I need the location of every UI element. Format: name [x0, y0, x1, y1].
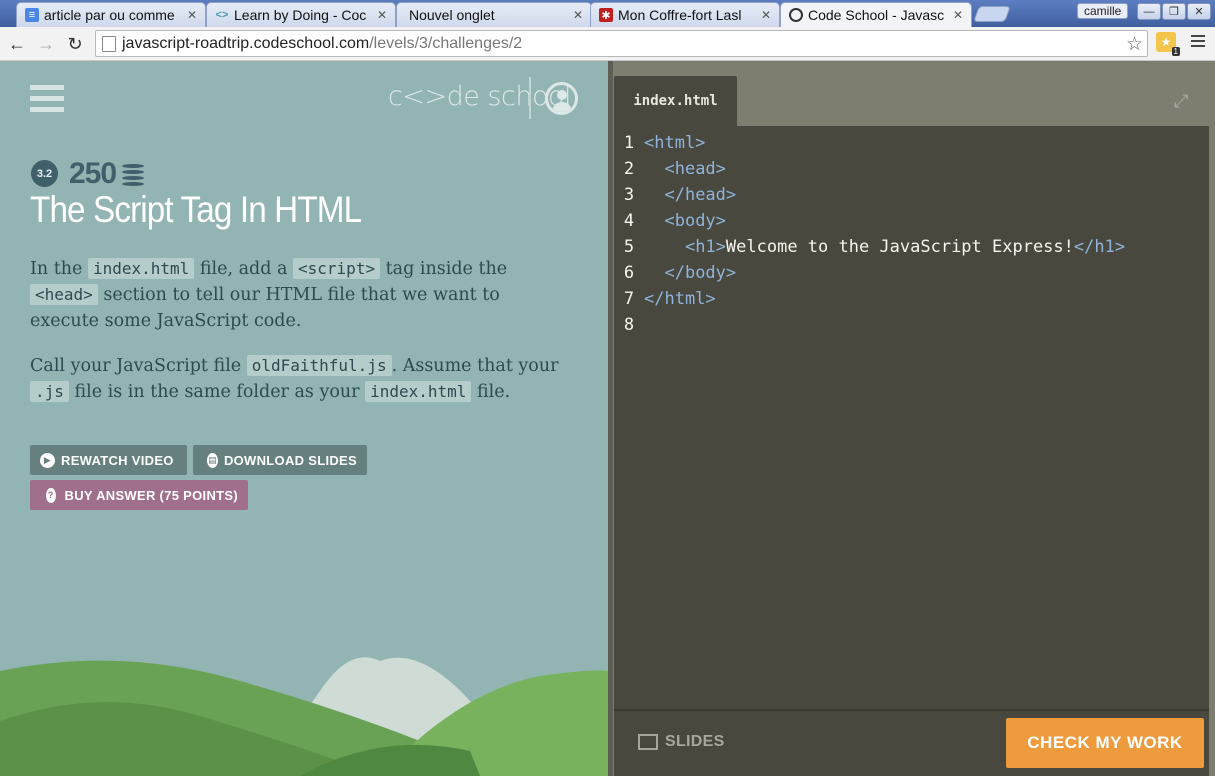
- rewatch-video-button[interactable]: ▶ REWATCH VIDEO: [30, 445, 187, 475]
- slides-icon: ▤: [207, 452, 218, 468]
- challenge-title: The Script Tag In HTML: [30, 189, 362, 230]
- check-my-work-button[interactable]: CHECK MY WORK: [1006, 718, 1204, 768]
- code-snippet: .js: [30, 381, 69, 402]
- editor-footer: SLIDES CHECK MY WORK: [614, 709, 1209, 776]
- browser-tab-bar: ≡ article par ou comme ✕ <> Learn by Doi…: [0, 0, 1215, 27]
- question-icon: ?: [46, 487, 56, 503]
- close-window-button[interactable]: ✕: [1187, 3, 1211, 20]
- reload-icon[interactable]: ↻: [64, 33, 86, 55]
- code-line: 3 </head>: [623, 185, 737, 205]
- code-snippet: <head>: [30, 284, 98, 305]
- hamburger-menu-icon[interactable]: [30, 85, 64, 113]
- buy-answer-button[interactable]: ? BUY ANSWER (75 POINTS): [30, 480, 248, 510]
- extension-badge: 1: [1171, 47, 1180, 56]
- docs-icon: ≡: [25, 8, 39, 22]
- code-editor[interactable]: 1 <html> 2 <head> 3 </head> 4 <body> 5 <h…: [614, 126, 1209, 711]
- back-arrow-icon[interactable]: ←: [6, 33, 28, 55]
- new-tab-button[interactable]: [973, 6, 1011, 22]
- lastpass-icon: ✱: [599, 8, 613, 22]
- code-snippet: oldFaithful.js: [246, 355, 392, 376]
- code-snippet: <script>: [293, 258, 381, 279]
- close-tab-icon[interactable]: ✕: [187, 8, 197, 22]
- browser-tab-lastpass[interactable]: ✱ Mon Coffre-fort Lasl ✕: [590, 2, 780, 27]
- download-slides-label: DOWNLOAD SLIDES: [223, 452, 357, 468]
- page-icon: [102, 35, 116, 52]
- coins-icon: [122, 164, 146, 186]
- tab-title: Nouvel onglet: [409, 7, 495, 23]
- points-value: 250: [69, 157, 117, 190]
- address-bar[interactable]: javascript-roadtrip.codeschool.com/level…: [95, 30, 1148, 57]
- landscape-illustration: [0, 657, 608, 776]
- instruction-paragraph: Call your JavaScript file oldFaithful.js…: [30, 355, 559, 402]
- code-line: 7 </html>: [623, 289, 716, 309]
- header-divider: [529, 77, 531, 119]
- instruction-paragraph: In the index.html file, add a <script> t…: [30, 258, 508, 331]
- minimize-button[interactable]: —: [1137, 3, 1161, 20]
- tab-title: Mon Coffre-fort Lasl: [618, 7, 742, 23]
- browser-toolbar: ← → ↻ javascript-roadtrip.codeschool.com…: [0, 27, 1215, 61]
- rewatch-video-label: REWATCH VIDEO: [61, 452, 174, 468]
- url-text: javascript-roadtrip.codeschool.com/level…: [122, 34, 523, 52]
- close-tab-icon[interactable]: ✕: [953, 8, 963, 22]
- codeschool-icon: [789, 8, 803, 22]
- code-snippet: index.html: [87, 258, 195, 279]
- forward-arrow-icon[interactable]: →: [35, 33, 57, 55]
- code-line: 2 <head>: [623, 159, 726, 179]
- browser-menu-icon[interactable]: [1191, 35, 1205, 51]
- close-tab-icon[interactable]: ✕: [377, 8, 387, 22]
- maximize-button[interactable]: ❐: [1162, 3, 1186, 20]
- browser-tab-learn[interactable]: <> Learn by Doing - Coc ✕: [206, 2, 396, 27]
- browser-tab-new[interactable]: Nouvel onglet ✕: [396, 2, 592, 27]
- browser-tab-article[interactable]: ≡ article par ou comme ✕: [16, 2, 206, 27]
- browser-tab-codeschool[interactable]: Code School - Javasc ✕: [780, 2, 972, 27]
- codeschool-logo[interactable]: c<>de school: [388, 81, 572, 112]
- slides-label: SLIDES: [665, 733, 725, 750]
- bookmark-star-icon[interactable]: ☆: [1126, 33, 1143, 56]
- buy-answer-label: BUY ANSWER (75 POINTS): [64, 487, 238, 503]
- play-icon: ▶: [40, 452, 55, 468]
- expand-icon[interactable]: ⤢: [1174, 91, 1194, 111]
- extension-icon[interactable]: ★ 1: [1156, 32, 1180, 56]
- close-tab-icon[interactable]: ✕: [573, 8, 583, 22]
- profile-badge[interactable]: camille: [1077, 3, 1129, 19]
- code-line: 5 <h1>Welcome to the JavaScript Express!…: [623, 237, 1126, 257]
- tab-title: Learn by Doing - Coc: [234, 7, 367, 23]
- editor-panel: index.html ⤢ 1 <html> 2 <head> 3 </head> …: [608, 61, 1215, 776]
- code-icon: <>: [215, 9, 229, 21]
- challenge-panel: c<>de school 3.2 250 The Script Tag In H…: [0, 61, 608, 776]
- slides-button[interactable]: SLIDES: [638, 733, 725, 751]
- code-line: 1 <html>: [623, 133, 706, 153]
- code-line: 6 </body>: [623, 263, 737, 283]
- level-badge: 3.2: [31, 160, 58, 187]
- tab-title: Code School - Javasc: [808, 7, 945, 23]
- code-line: 8: [623, 315, 635, 335]
- file-tab-index-html[interactable]: index.html: [614, 76, 737, 126]
- presentation-icon: [638, 734, 658, 750]
- code-line: 4 <body>: [623, 211, 726, 231]
- tab-title: article par ou comme: [44, 7, 175, 23]
- close-tab-icon[interactable]: ✕: [761, 8, 771, 22]
- code-snippet: index.html: [365, 381, 472, 402]
- user-account-icon[interactable]: [545, 82, 578, 115]
- download-slides-button[interactable]: ▤ DOWNLOAD SLIDES: [193, 445, 367, 475]
